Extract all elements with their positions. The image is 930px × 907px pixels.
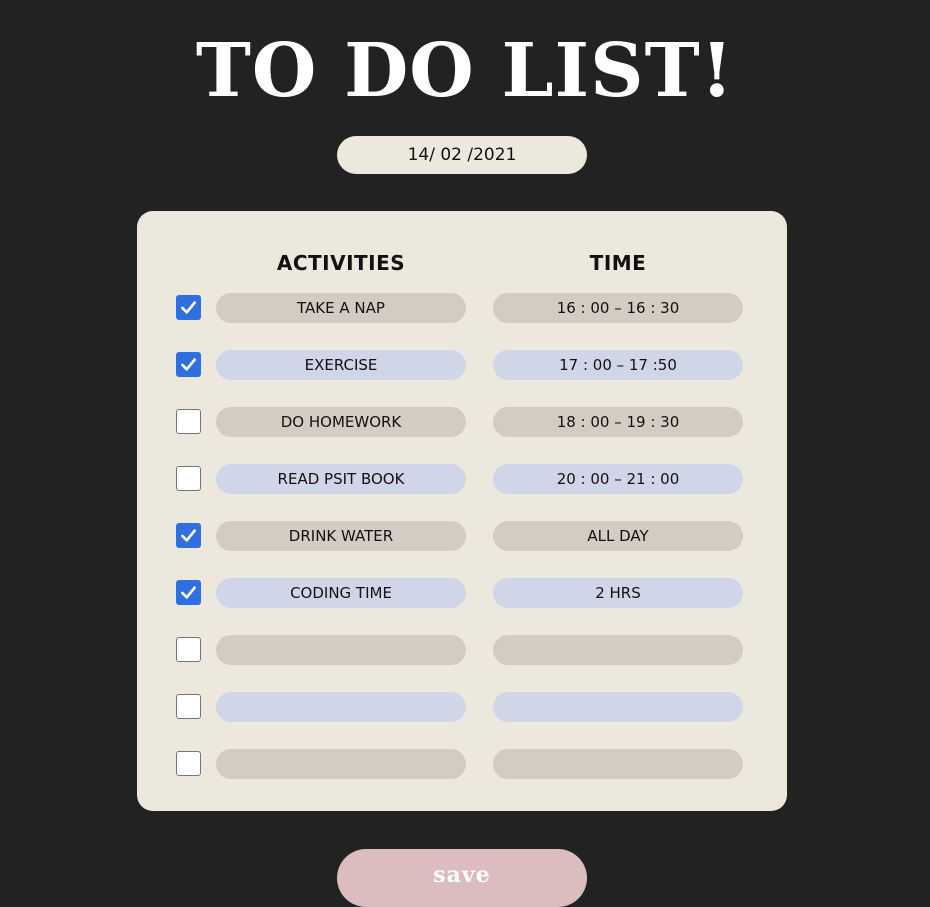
activity-input[interactable]: [216, 293, 466, 323]
time-input[interactable]: [493, 578, 743, 608]
todo-row: [137, 692, 787, 722]
checkmark-icon: [181, 358, 196, 371]
checkmark-icon: [181, 529, 196, 542]
row-checkbox[interactable]: [176, 694, 201, 719]
time-input[interactable]: [493, 521, 743, 551]
time-input[interactable]: [493, 464, 743, 494]
activity-input[interactable]: [216, 464, 466, 494]
row-checkbox[interactable]: [176, 523, 201, 548]
time-input[interactable]: [493, 407, 743, 437]
time-input[interactable]: [493, 749, 743, 779]
date-input[interactable]: [337, 136, 587, 174]
row-checkbox[interactable]: [176, 466, 201, 491]
todo-row: [137, 407, 787, 437]
activity-input[interactable]: [216, 749, 466, 779]
activity-input[interactable]: [216, 578, 466, 608]
row-checkbox[interactable]: [176, 352, 201, 377]
activity-input[interactable]: [216, 407, 466, 437]
row-checkbox[interactable]: [176, 637, 201, 662]
todo-row: [137, 350, 787, 380]
row-checkbox[interactable]: [176, 580, 201, 605]
time-input[interactable]: [493, 350, 743, 380]
todo-row: [137, 635, 787, 665]
activity-input[interactable]: [216, 635, 466, 665]
time-input[interactable]: [493, 293, 743, 323]
todo-row: [137, 578, 787, 608]
todo-row: [137, 749, 787, 779]
todo-card: ACTIVITIES TIME: [137, 211, 787, 811]
activity-input[interactable]: [216, 521, 466, 551]
checkmark-icon: [181, 586, 196, 599]
activity-input[interactable]: [216, 692, 466, 722]
row-checkbox[interactable]: [176, 409, 201, 434]
checkmark-icon: [181, 301, 196, 314]
todo-row: [137, 521, 787, 551]
page-title: TO DO LIST!: [195, 28, 735, 114]
row-checkbox[interactable]: [176, 751, 201, 776]
activity-input[interactable]: [216, 350, 466, 380]
save-button[interactable]: save: [337, 849, 587, 907]
time-input[interactable]: [493, 692, 743, 722]
row-checkbox[interactable]: [176, 295, 201, 320]
time-column-header: TIME: [589, 251, 647, 275]
todo-row: [137, 464, 787, 494]
activities-column-header: ACTIVITIES: [276, 251, 406, 275]
todo-row: [137, 293, 787, 323]
time-input[interactable]: [493, 635, 743, 665]
